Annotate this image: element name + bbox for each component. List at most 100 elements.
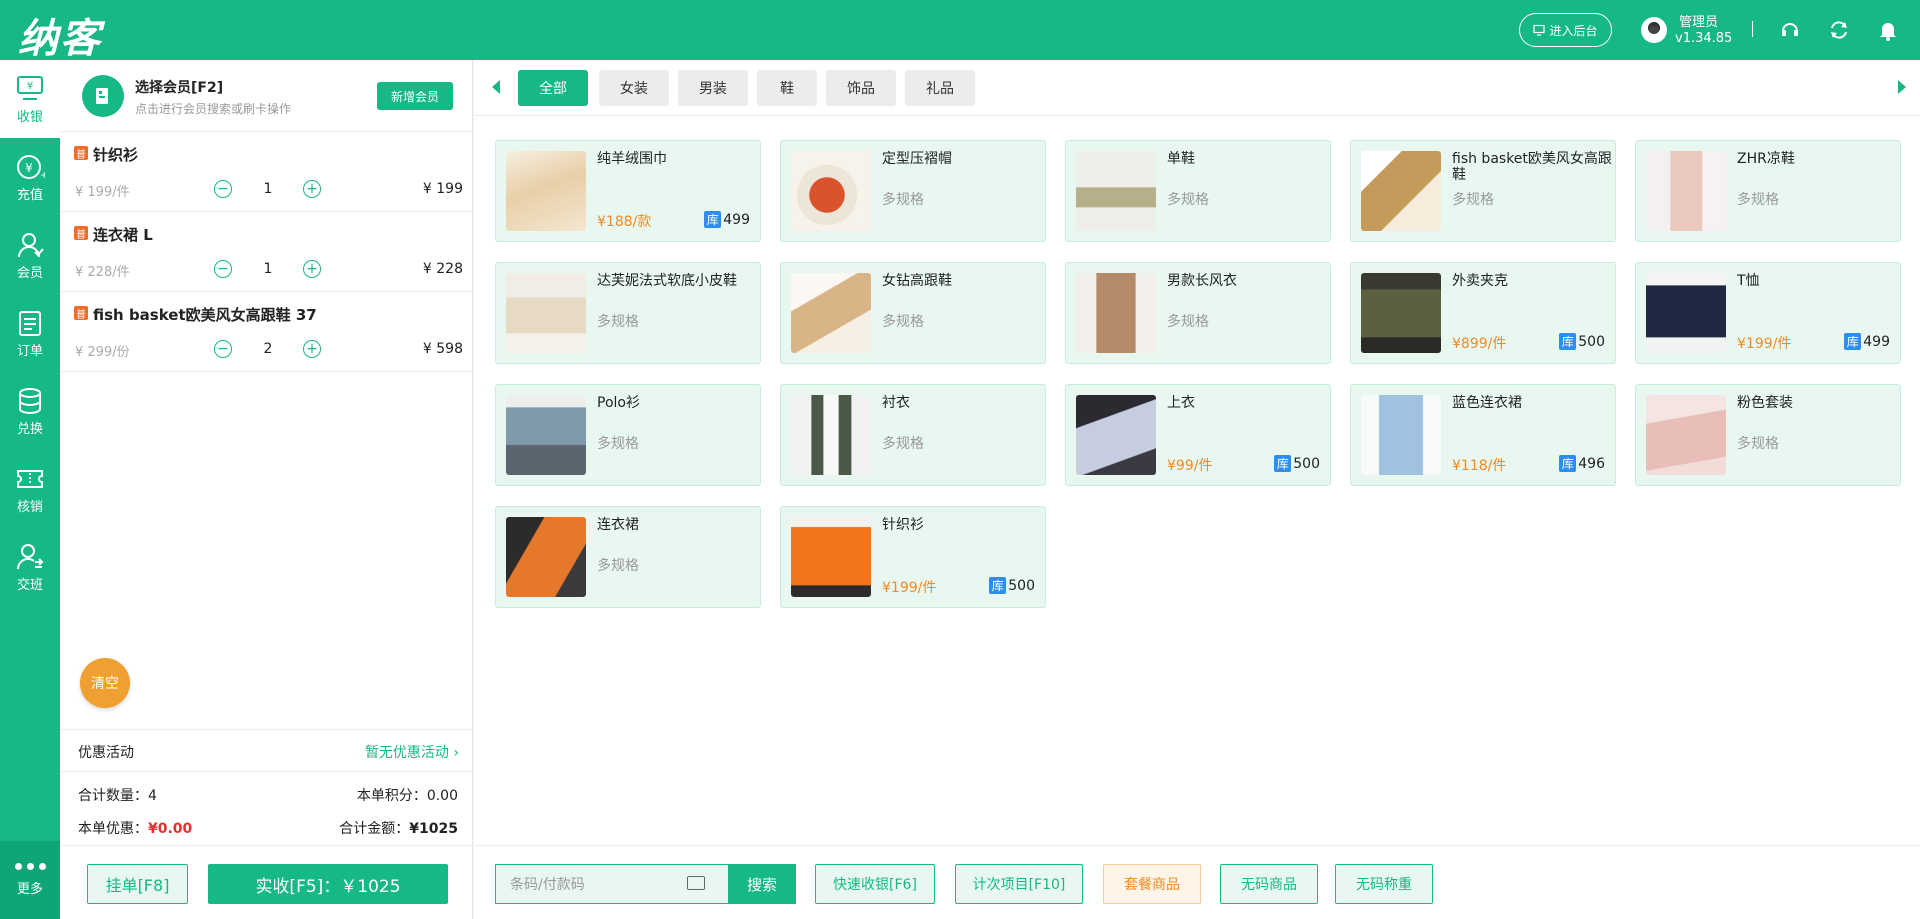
product-name: 衬衣: [882, 395, 910, 411]
product-card[interactable]: 单鞋 多规格: [1065, 140, 1331, 242]
nav-item-member[interactable]: 会员: [0, 216, 60, 294]
promo-value[interactable]: 暂无优惠活动 ›: [365, 742, 459, 762]
avatar[interactable]: [1641, 17, 1667, 43]
category-tab[interactable]: 鞋: [757, 70, 817, 106]
stock-badge: 库: [1844, 333, 1862, 350]
product-name: 达芙妮法式软底小皮鞋: [597, 273, 737, 289]
product-card[interactable]: 男款长风衣 多规格: [1065, 262, 1331, 364]
category-tab[interactable]: 女装: [599, 70, 669, 106]
multi-spec-label: 多规格: [1167, 192, 1209, 208]
member-title: 选择会员[F2]: [135, 80, 224, 96]
member-selector[interactable]: 选择会员[F2] 点击进行会员搜索或刷卡操作 新增会员: [60, 60, 473, 132]
nav-label: 订单: [16, 343, 43, 359]
nav-label: 交班: [16, 577, 43, 593]
monitor-icon: [1533, 24, 1546, 36]
product-area: 全部 女装 男装鞋饰品 礼品 纯羊绒围巾 ¥188/款 库 499 定型压褶帽 多规格 单鞋…: [474, 60, 1920, 919]
nav-item-cashier[interactable]: ¥ 收银: [0, 60, 60, 138]
category-tab[interactable]: 饰品: [826, 70, 896, 106]
headset-icon[interactable]: [1779, 19, 1801, 41]
product-card[interactable]: ZHR凉鞋 多规格: [1635, 140, 1901, 242]
nav-item-exchange[interactable]: 兑换: [0, 372, 60, 450]
nav-label: 核销: [16, 499, 43, 515]
product-name: ZHR凉鞋: [1737, 151, 1795, 167]
product-card[interactable]: fish basket欧美风女高跟鞋 多规格: [1350, 140, 1616, 242]
product-card[interactable]: 粉色套装 多规格: [1635, 384, 1901, 486]
product-card[interactable]: 女钻高跟鞋 多规格: [780, 262, 1046, 364]
bell-icon[interactable]: [1877, 19, 1899, 41]
product-image: [791, 273, 871, 353]
cart-item-unit-price: ¥ 299/份: [75, 345, 130, 360]
enter-admin-button[interactable]: 进入后台: [1519, 13, 1612, 47]
category-tab[interactable]: 男装: [678, 70, 748, 106]
decrease-qty-button[interactable]: −: [214, 340, 232, 358]
cart-item[interactable]: 普 针织衫 ¥ 199/件 − 1 + ¥ 199: [60, 132, 473, 212]
stock-badge: 库: [704, 211, 722, 228]
svg-text:¥: ¥: [27, 81, 33, 92]
product-name: 粉色套装: [1737, 395, 1793, 411]
nav-more[interactable]: 更多: [0, 841, 60, 919]
increase-qty-button[interactable]: +: [303, 260, 321, 278]
tabs-right-arrow-icon[interactable]: [1898, 80, 1906, 94]
product-card[interactable]: 衬衣 多规格: [780, 384, 1046, 486]
toolbar-button[interactable]: 计次项目[F10]: [955, 864, 1083, 904]
order-discount: 本单优惠：¥0.00: [78, 821, 193, 837]
hold-order-button[interactable]: 挂单[F8]: [87, 864, 188, 904]
order-icon: [19, 310, 41, 336]
nav-label: 收银: [16, 109, 43, 125]
product-stock: 库 500: [989, 577, 1035, 594]
product-card[interactable]: 外卖夹克 ¥899/件 库 500: [1350, 262, 1616, 364]
decrease-qty-button[interactable]: −: [214, 260, 232, 278]
product-image: [791, 395, 871, 475]
bottom-toolbar: 条码/付款码 搜索 快速收银[F6] 计次项目[F10] 套餐商品 无码商品 无码称重: [474, 845, 1920, 919]
product-card[interactable]: 连衣裙 多规格: [495, 506, 761, 608]
sync-icon[interactable]: [1828, 19, 1850, 41]
cart-item-total: ¥ 228: [422, 261, 463, 277]
category-tab[interactable]: 礼品: [905, 70, 975, 106]
clear-cart-button[interactable]: 清空: [80, 658, 130, 708]
pay-button[interactable]: 实收[F5]：￥1025: [208, 864, 448, 904]
multi-spec-label: 多规格: [597, 558, 639, 574]
keyboard-icon[interactable]: [687, 876, 705, 890]
cart-item-unit-price: ¥ 199/件: [75, 185, 130, 200]
product-card[interactable]: Polo衫 多规格: [495, 384, 761, 486]
nav-item-recharge[interactable]: ¥ + 充值: [0, 138, 60, 216]
product-name: 女钻高跟鞋: [882, 273, 952, 289]
product-card[interactable]: 上衣 ¥99/件 库 500: [1065, 384, 1331, 486]
product-image: [1646, 395, 1726, 475]
cart-item[interactable]: 普 连衣裙 L ¥ 228/件 − 1 + ¥ 228: [60, 212, 473, 292]
cart-item[interactable]: 普 fish basket欧美风女高跟鞋 37 ¥ 299/份 − 2 + ¥ …: [60, 292, 473, 372]
product-price: ¥199/件: [882, 580, 937, 596]
promo-row[interactable]: 优惠活动 暂无优惠活动 ›: [60, 729, 473, 772]
product-image: [1076, 151, 1156, 231]
product-name: Polo衫: [597, 395, 640, 411]
user-name: 管理员: [1679, 15, 1719, 30]
new-member-button[interactable]: 新增会员: [377, 82, 453, 110]
cart-item-name: fish basket欧美风女高跟鞋 37: [93, 306, 317, 324]
category-tab[interactable]: 全部: [518, 70, 588, 106]
ticket-icon: [17, 469, 43, 488]
nav-item-handover[interactable]: 交班: [0, 528, 60, 606]
product-card[interactable]: 达芙妮法式软底小皮鞋 多规格: [495, 262, 761, 364]
cart-item-qty[interactable]: 1: [258, 261, 278, 277]
tabs-left-arrow-icon[interactable]: [492, 80, 500, 94]
product-card[interactable]: 纯羊绒围巾 ¥188/款 库 499: [495, 140, 761, 242]
decrease-qty-button[interactable]: −: [214, 180, 232, 198]
member-card-icon: [82, 75, 124, 117]
cart-item-qty[interactable]: 2: [258, 341, 278, 357]
product-card[interactable]: 定型压褶帽 多规格: [780, 140, 1046, 242]
cart-item-qty[interactable]: 1: [258, 181, 278, 197]
toolbar-button[interactable]: 无码商品: [1220, 864, 1318, 904]
toolbar-button[interactable]: 无码称重: [1335, 864, 1433, 904]
nav-item-order[interactable]: 订单: [0, 294, 60, 372]
search-button[interactable]: 搜索: [728, 864, 796, 904]
product-card[interactable]: 针织衫 ¥199/件 库 500: [780, 506, 1046, 608]
product-card[interactable]: T恤 ¥199/件 库 499: [1635, 262, 1901, 364]
increase-qty-button[interactable]: +: [303, 180, 321, 198]
nav-item-verify[interactable]: 核销: [0, 450, 60, 528]
product-card[interactable]: 蓝色连衣裙 ¥118/件 库 496: [1350, 384, 1616, 486]
nav-label: 会员: [16, 265, 43, 281]
promo-label: 优惠活动: [78, 745, 134, 761]
increase-qty-button[interactable]: +: [303, 340, 321, 358]
toolbar-button[interactable]: 套餐商品: [1103, 864, 1201, 904]
toolbar-button[interactable]: 快速收银[F6]: [815, 864, 935, 904]
